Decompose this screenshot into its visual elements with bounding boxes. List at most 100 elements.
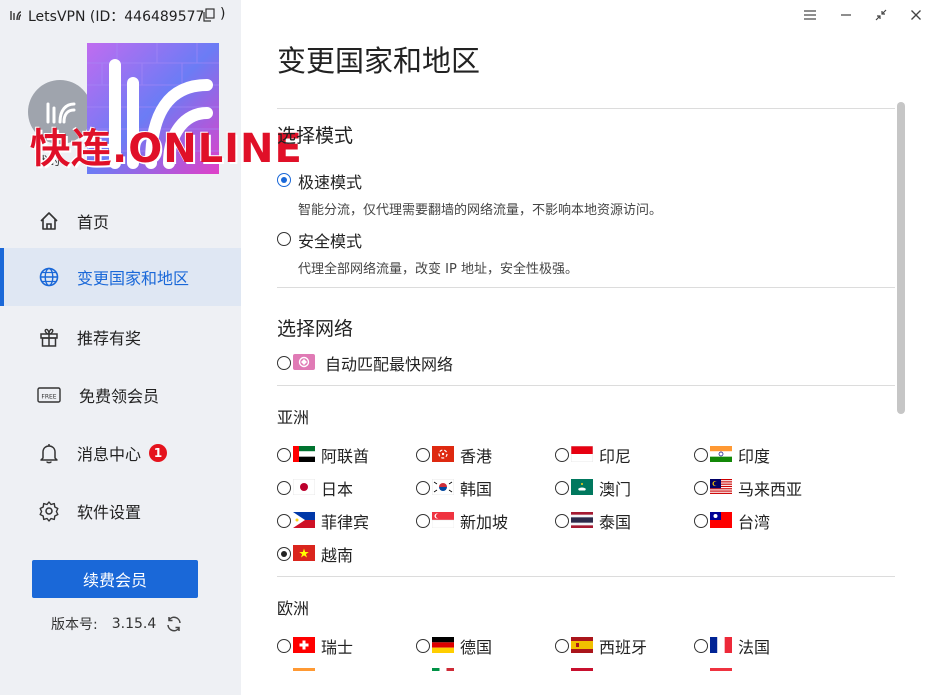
sidebar-item-label: 首页 bbox=[77, 213, 110, 232]
country-label: 西班牙 bbox=[599, 638, 648, 657]
country-option-malaysia[interactable]: 马来西亚 bbox=[694, 476, 824, 500]
auto-network-icon bbox=[293, 354, 315, 370]
network-section-title: 选择网络 bbox=[277, 318, 354, 340]
country-radio[interactable] bbox=[694, 639, 708, 653]
sidebar-item-label: 变更国家和地区 bbox=[77, 269, 190, 288]
switzerland-flag-icon bbox=[293, 637, 315, 653]
country-option-germany[interactable]: 德国 bbox=[416, 634, 536, 658]
country-radio[interactable] bbox=[277, 448, 291, 462]
country-option-india[interactable]: 印度 bbox=[694, 443, 824, 467]
renew-membership-button[interactable]: 续费会员 bbox=[32, 560, 198, 598]
country-option-spain[interactable]: 西班牙 bbox=[555, 634, 685, 658]
country-radio[interactable] bbox=[277, 547, 291, 561]
country-option-uae[interactable]: 阿联酋 bbox=[277, 443, 397, 467]
country-radio[interactable] bbox=[277, 514, 291, 528]
country-label: 泰国 bbox=[599, 513, 632, 532]
spain-flag-icon bbox=[571, 637, 593, 653]
macau-flag-icon bbox=[571, 479, 593, 495]
country-radio[interactable] bbox=[555, 481, 569, 495]
sidebar-item-settings[interactable]: 软件设置 bbox=[0, 482, 241, 540]
country-label: 法国 bbox=[738, 638, 771, 657]
sidebar-item-messages[interactable]: 消息中心 1 bbox=[0, 424, 241, 482]
secure-mode-description: 代理全部网络流量，改变 IP 地址，安全性极强。 bbox=[298, 262, 578, 277]
region-title-asia: 亚洲 bbox=[277, 408, 310, 427]
window-title-suffix: ) bbox=[220, 6, 226, 22]
malaysia-flag-icon bbox=[710, 479, 732, 495]
sidebar-item-free-membership[interactable]: FREE 免费领会员 bbox=[0, 366, 241, 424]
copy-icon[interactable] bbox=[203, 8, 215, 22]
divider bbox=[277, 108, 895, 109]
country-option-indonesia[interactable]: 印尼 bbox=[555, 443, 675, 467]
country-option-hong-kong[interactable]: 香港 bbox=[416, 443, 536, 467]
fast-mode-label[interactable]: 极速模式 bbox=[298, 169, 362, 193]
uae-flag-icon bbox=[293, 446, 315, 462]
country-radio[interactable] bbox=[416, 448, 430, 462]
country-label: 台湾 bbox=[738, 513, 771, 532]
promo-text: 快连.ONLINE bbox=[30, 126, 303, 172]
country-label: 新加坡 bbox=[460, 513, 509, 532]
sidebar-item-referral[interactable]: 推荐有奖 bbox=[0, 308, 241, 366]
country-option-korea[interactable]: 韩国 bbox=[416, 476, 536, 500]
close-button[interactable] bbox=[904, 4, 928, 26]
divider bbox=[277, 287, 895, 288]
country-option-thailand[interactable]: 泰国 bbox=[555, 509, 675, 533]
fast-mode-radio[interactable] bbox=[277, 173, 291, 187]
country-radio[interactable] bbox=[416, 639, 430, 653]
country-option-taiwan[interactable]: 台湾 bbox=[694, 509, 824, 533]
partial-flag bbox=[293, 668, 315, 671]
country-label: 菲律宾 bbox=[321, 513, 370, 532]
philippines-flag-icon bbox=[293, 512, 315, 528]
auto-network-radio[interactable] bbox=[277, 356, 291, 370]
auto-network-option[interactable]: 自动匹配最快网络 bbox=[277, 351, 477, 375]
japan-flag-icon bbox=[293, 479, 315, 495]
secure-mode-label[interactable]: 安全模式 bbox=[298, 228, 362, 252]
home-icon bbox=[37, 209, 61, 233]
country-option-japan[interactable]: 日本 bbox=[277, 476, 397, 500]
country-radio[interactable] bbox=[555, 448, 569, 462]
country-radio[interactable] bbox=[416, 481, 430, 495]
country-option-macau[interactable]: 澳门 bbox=[555, 476, 675, 500]
partial-flag bbox=[571, 668, 593, 671]
country-option-vietnam[interactable]: 越南 bbox=[277, 542, 397, 566]
indonesia-flag-icon bbox=[571, 446, 593, 462]
menu-button[interactable] bbox=[798, 4, 822, 26]
country-radio[interactable] bbox=[277, 639, 291, 653]
sidebar-item-change-region[interactable]: 变更国家和地区 bbox=[0, 248, 241, 306]
version-label: 版本号: bbox=[51, 617, 98, 633]
refresh-icon[interactable] bbox=[165, 615, 183, 633]
country-radio[interactable] bbox=[694, 481, 708, 495]
country-label: 印尼 bbox=[599, 447, 632, 466]
hamburger-icon bbox=[804, 10, 816, 20]
country-radio[interactable] bbox=[555, 514, 569, 528]
country-radio[interactable] bbox=[555, 639, 569, 653]
restore-button[interactable] bbox=[869, 4, 893, 26]
country-radio[interactable] bbox=[277, 481, 291, 495]
minimize-button[interactable] bbox=[834, 4, 858, 26]
bell-icon bbox=[37, 441, 61, 465]
auto-network-label: 自动匹配最快网络 bbox=[325, 355, 454, 374]
gear-icon bbox=[37, 499, 61, 523]
taiwan-flag-icon bbox=[710, 512, 732, 528]
country-option-france[interactable]: 法国 bbox=[694, 634, 824, 658]
country-label: 瑞士 bbox=[321, 638, 354, 657]
country-radio[interactable] bbox=[694, 448, 708, 462]
scrollbar-thumb[interactable] bbox=[897, 102, 905, 414]
country-label: 澳门 bbox=[599, 480, 632, 499]
secure-mode-radio[interactable] bbox=[277, 232, 291, 246]
page-title: 变更国家和地区 bbox=[277, 44, 481, 78]
india-flag-icon bbox=[710, 446, 732, 462]
country-option-singapore[interactable]: 新加坡 bbox=[416, 509, 536, 533]
country-option-philippines[interactable]: 菲律宾 bbox=[277, 509, 397, 533]
country-label: 马来西亚 bbox=[738, 480, 803, 499]
country-radio[interactable] bbox=[416, 514, 430, 528]
app-logo-icon bbox=[10, 11, 22, 21]
partial-flag bbox=[710, 668, 732, 671]
country-option-switzerland[interactable]: 瑞士 bbox=[277, 634, 397, 658]
country-radio[interactable] bbox=[694, 514, 708, 528]
sidebar-item-home[interactable]: 首页 bbox=[0, 192, 241, 250]
divider bbox=[277, 385, 895, 386]
mode-section-title: 选择模式 bbox=[277, 125, 354, 147]
fast-mode-description: 智能分流，仅代理需要翻墙的网络流量，不影响本地资源访问。 bbox=[298, 203, 663, 218]
divider bbox=[277, 576, 895, 577]
free-ticket-icon: FREE bbox=[37, 383, 61, 407]
